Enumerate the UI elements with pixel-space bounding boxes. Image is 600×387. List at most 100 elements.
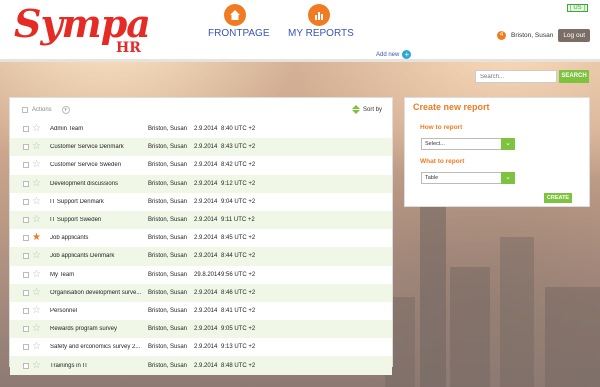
row-checkbox[interactable] [23, 217, 29, 224]
report-date: 2.9.2014 [194, 362, 218, 369]
table-row[interactable]: ☆ IT Support Denmark Briston, Susan 2.9.… [10, 193, 392, 211]
star-icon[interactable]: ☆ [32, 360, 41, 371]
table-row[interactable]: ☆ Job applicants Denmark Briston, Susan … [10, 247, 392, 266]
report-name[interactable]: Job applicants [50, 235, 146, 241]
nav-my-reports[interactable]: MY REPORTS [288, 4, 354, 39]
report-time: 9:56 UTC +2 [221, 271, 256, 278]
report-name[interactable]: Customer Service Denmark [50, 144, 146, 150]
notification-badge[interactable]: 4 [497, 31, 507, 40]
language-selector[interactable]: [ US ] [566, 4, 588, 12]
report-name[interactable]: Trainings in IT [50, 363, 146, 369]
sort-arrows-icon [351, 105, 360, 114]
star-icon[interactable]: ☆ [32, 196, 41, 207]
how-to-report-label: How to report [420, 124, 463, 131]
report-name[interactable]: Admin Team [50, 126, 146, 132]
report-owner: Briston, Susan [148, 362, 188, 369]
report-name[interactable]: My Team [50, 272, 146, 278]
row-checkbox[interactable] [23, 289, 29, 296]
actions-label: Actions [32, 107, 52, 113]
row-checkbox[interactable] [23, 362, 29, 369]
star-icon[interactable]: ☆ [32, 269, 41, 280]
star-icon[interactable]: ☆ [32, 324, 41, 334]
logout-button[interactable]: Log out [558, 29, 590, 42]
row-checkbox[interactable] [23, 126, 29, 133]
table-row[interactable]: ☆ My Team Briston, Susan 29.8.2014 9:56 … [10, 266, 392, 284]
table-row[interactable]: ☆ Development discussions Briston, Susan… [10, 174, 392, 193]
nav-frontpage[interactable]: FRONTPAGE [208, 4, 269, 39]
how-to-report-select[interactable]: Select... ⌄ [421, 138, 515, 150]
report-time: 9:05 UTC +2 [221, 326, 256, 333]
table-row[interactable]: ☆ IT Support Sweden Briston, Susan 2.9.2… [10, 210, 392, 230]
row-checkbox[interactable] [23, 162, 29, 169]
report-name[interactable]: Organisation development surve... [50, 290, 146, 296]
table-row[interactable]: ☆ Customer Service Denmark Briston, Susa… [10, 138, 392, 157]
report-name[interactable]: Development discussions [50, 181, 146, 187]
row-checkbox[interactable] [23, 344, 29, 351]
table-row[interactable]: ☆ Rewards program survey Briston, Susan … [10, 320, 392, 339]
star-icon[interactable]: ☆ [32, 178, 41, 189]
report-name[interactable]: Rewards program survey [50, 326, 146, 332]
user-name: Briston, Susan [511, 32, 554, 39]
what-to-report-label: What to report [420, 158, 465, 165]
add-new-link[interactable]: Add new + [376, 50, 412, 59]
report-date: 2.9.2014 [194, 307, 218, 314]
row-checkbox[interactable] [23, 144, 29, 151]
row-checkbox[interactable] [23, 235, 29, 242]
list-header: Actions ▾ Sort by [10, 98, 392, 120]
report-name[interactable]: Personnel [50, 308, 146, 314]
report-time: 8:44 UTC +2 [221, 253, 256, 260]
report-date: 29.8.2014 [194, 271, 221, 278]
report-name[interactable]: IT Support Denmark [50, 199, 146, 205]
star-icon[interactable]: ☆ [32, 124, 41, 134]
row-checkbox[interactable] [23, 253, 29, 260]
report-owner: Briston, Susan [148, 162, 188, 169]
report-name[interactable]: IT Support Sweden [50, 217, 146, 223]
row-checkbox[interactable] [23, 326, 29, 333]
background-building [500, 237, 534, 387]
report-date: 2.9.2014 [194, 289, 218, 296]
report-owner: Briston, Susan [148, 235, 188, 242]
actions-dropdown-icon[interactable]: ▾ [61, 106, 70, 114]
table-row[interactable]: ☆ Organisation development surve... Bris… [10, 283, 392, 302]
what-to-report-select[interactable]: Table ⌄ [421, 172, 515, 184]
star-icon[interactable]: ☆ [32, 251, 41, 261]
star-icon[interactable]: ☆ [32, 142, 41, 152]
table-row[interactable]: ☆ Trainings in IT Briston, Susan 2.9.201… [10, 356, 392, 375]
report-name[interactable]: Safety and erconomics survey 2... [50, 344, 146, 350]
sort-by-label: Sort by [362, 106, 382, 113]
star-icon[interactable]: ☆ [32, 342, 41, 352]
star-icon[interactable]: ☆ [32, 215, 41, 225]
table-row[interactable]: ☆ Admin Team Briston, Susan 2.9.2014 8:4… [10, 120, 392, 138]
row-checkbox[interactable] [23, 180, 29, 187]
table-row[interactable]: ★ Job applicants Briston, Susan 2.9.2014… [10, 229, 392, 247]
row-checkbox[interactable] [23, 307, 29, 314]
star-icon[interactable]: ☆ [32, 305, 41, 316]
house-icon [224, 4, 246, 26]
report-time: 9:11 UTC +2 [221, 217, 255, 224]
table-row[interactable]: ☆ Safety and erconomics survey 2... Bris… [10, 338, 392, 356]
actions-menu[interactable]: Actions ▾ [22, 106, 70, 114]
table-row[interactable]: ☆ Personnel Briston, Susan 2.9.2014 8:41… [10, 302, 392, 320]
report-time: 8:48 UTC +2 [221, 362, 256, 369]
row-checkbox[interactable] [23, 271, 29, 278]
report-name[interactable]: Job applicants Denmark [50, 253, 146, 259]
table-row[interactable]: ☆ Customer Service Sweden Briston, Susan… [10, 156, 392, 174]
search-input[interactable] [475, 70, 557, 83]
nav-my-reports-label: MY REPORTS [288, 28, 354, 39]
create-button[interactable]: CREATE [544, 193, 572, 203]
report-time: 9:13 UTC +2 [221, 344, 256, 351]
reports-icon [308, 4, 330, 26]
report-owner: Briston, Susan [148, 217, 188, 224]
report-name[interactable]: Customer Service Sweden [50, 162, 146, 168]
star-icon[interactable]: ☆ [32, 160, 41, 170]
star-filled-icon[interactable]: ★ [32, 233, 41, 243]
row-checkbox[interactable] [23, 198, 29, 205]
logo[interactable]: Sympa HR [14, 4, 151, 57]
select-all-checkbox[interactable] [22, 107, 28, 113]
star-icon[interactable]: ☆ [32, 287, 41, 298]
sort-by-control[interactable]: Sort by [351, 105, 382, 114]
create-report-panel: Create new report How to report Select..… [404, 97, 590, 207]
chevron-down-icon[interactable]: ⌄ [501, 138, 515, 150]
search-button[interactable]: SEARCH [559, 70, 589, 83]
chevron-down-icon[interactable]: ⌄ [501, 172, 515, 184]
